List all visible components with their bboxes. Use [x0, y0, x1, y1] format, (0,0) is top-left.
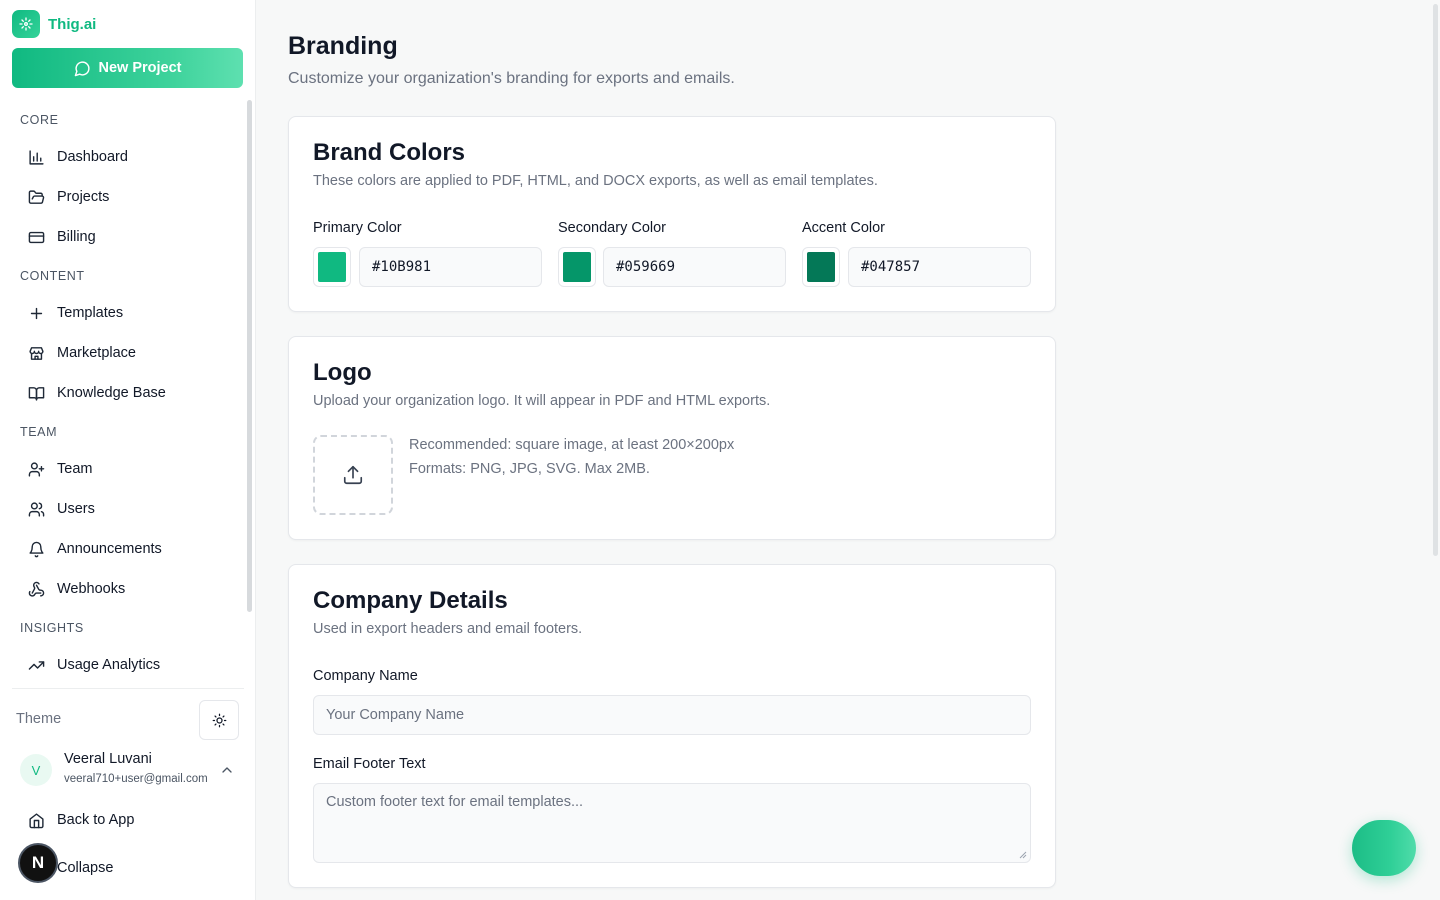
store-icon	[27, 344, 45, 362]
company-name-input[interactable]: Your Company Name	[313, 695, 1031, 735]
sidebar-item-label: Dashboard	[57, 149, 128, 165]
users-icon	[27, 500, 45, 518]
secondary-color-input[interactable]: #059669	[603, 247, 786, 287]
sidebar-item-users[interactable]: Users	[16, 491, 236, 527]
bell-icon	[27, 540, 45, 558]
logo-format-hint: Formats: PNG, JPG, SVG. Max 2MB.	[409, 461, 650, 477]
primary-color-label: Primary Color	[313, 220, 402, 236]
email-footer-textarea[interactable]: Custom footer text for email templates..…	[313, 783, 1031, 863]
sidebar-item-templates[interactable]: Templates	[16, 295, 236, 331]
company-name-label: Company Name	[313, 668, 418, 684]
sidebar-item-label: Team	[57, 461, 93, 477]
sidebar-item-projects[interactable]: Projects	[16, 179, 236, 215]
bar-chart-icon	[27, 148, 45, 166]
sidebar-item-team[interactable]: Team	[16, 451, 236, 487]
book-open-icon	[27, 384, 45, 402]
secondary-color-label: Secondary Color	[558, 220, 666, 236]
company-details-description: Used in export headers and email footers…	[313, 621, 583, 637]
sidebar-item-dashboard[interactable]: Dashboard	[16, 139, 236, 175]
sidebar-item-usage-analytics[interactable]: Usage Analytics	[16, 647, 236, 683]
sidebar-item-label: Billing	[57, 229, 96, 245]
chat-launcher-button[interactable]	[1352, 820, 1416, 876]
sidebar-item-label: Announcements	[57, 541, 162, 557]
section-insights: INSIGHTS	[20, 621, 84, 635]
sidebar-scrollbar[interactable]	[247, 100, 252, 612]
primary-color-input[interactable]: #10B981	[359, 247, 542, 287]
folder-open-icon	[27, 188, 45, 206]
logo-description: Upload your organization logo. It will a…	[313, 393, 771, 409]
brand-colors-description: These colors are applied to PDF, HTML, a…	[313, 173, 878, 189]
company-details-card: Company Details Used in export headers a…	[288, 564, 1056, 888]
brand[interactable]: Thig.ai	[12, 10, 96, 38]
page-title: Branding	[288, 32, 398, 60]
primary-color-swatch	[318, 252, 346, 282]
theme-label: Theme	[16, 711, 62, 727]
sidebar-item-label: Users	[57, 501, 95, 517]
theme-toggle-button[interactable]	[199, 700, 239, 740]
sidebar-item-marketplace[interactable]: Marketplace	[16, 335, 236, 371]
sidebar-nav: CORE Dashboard Projects Billing CONTENT …	[0, 100, 256, 688]
page-subtitle: Customize your organization's branding f…	[288, 70, 735, 87]
user-email: veeral710+user@gmail.com	[64, 773, 208, 785]
back-to-app-link[interactable]: Back to App	[16, 802, 236, 838]
credit-card-icon	[27, 228, 45, 246]
avatar[interactable]: V	[20, 754, 52, 786]
sidebar: Thig.ai New Project CORE Dashboard Proje…	[0, 0, 256, 900]
trending-up-icon	[27, 656, 45, 674]
logo-size-hint: Recommended: square image, at least 200×…	[409, 437, 735, 453]
sidebar-item-announcements[interactable]: Announcements	[16, 531, 236, 567]
logo-title: Logo	[313, 359, 372, 386]
main-content: Branding Customize your organization's b…	[256, 0, 1440, 900]
webhook-icon	[27, 580, 45, 598]
divider	[12, 688, 244, 689]
company-details-title: Company Details	[313, 587, 508, 614]
logo-card: Logo Upload your organization logo. It w…	[288, 336, 1056, 540]
secondary-color-picker[interactable]	[558, 247, 596, 287]
secondary-color-swatch	[563, 252, 591, 282]
sidebar-item-label: Marketplace	[57, 345, 136, 361]
sidebar-item-label: Webhooks	[57, 581, 126, 597]
sidebar-item-billing[interactable]: Billing	[16, 219, 236, 255]
section-core: CORE	[20, 113, 59, 127]
user-name: Veeral Luvani	[64, 751, 152, 767]
sidebar-item-webhooks[interactable]: Webhooks	[16, 571, 236, 607]
message-circle-icon	[74, 60, 91, 77]
page-scrollbar[interactable]	[1433, 4, 1438, 556]
user-plus-icon	[27, 460, 45, 478]
sparkle-logo-icon	[12, 10, 40, 38]
sidebar-item-label: Knowledge Base	[57, 385, 166, 401]
sun-icon	[212, 713, 227, 728]
section-content: CONTENT	[20, 269, 85, 283]
primary-color-picker[interactable]	[313, 247, 351, 287]
new-project-label: New Project	[98, 60, 182, 76]
back-to-app-label: Back to App	[57, 812, 135, 828]
upload-icon	[342, 464, 364, 486]
accent-color-label: Accent Color	[802, 220, 886, 236]
logo-upload-dropzone[interactable]	[313, 435, 393, 515]
chevron-up-icon[interactable]	[219, 762, 235, 778]
section-team: TEAM	[20, 425, 58, 439]
brand-colors-card: Brand Colors These colors are applied to…	[288, 116, 1056, 312]
email-footer-placeholder: Custom footer text for email templates..…	[326, 794, 584, 810]
collapse-label: Collapse	[57, 860, 114, 876]
accent-color-picker[interactable]	[802, 247, 840, 287]
new-project-button[interactable]: New Project	[12, 48, 243, 88]
brand-name: Thig.ai	[48, 15, 97, 33]
sidebar-item-label: Projects	[57, 189, 110, 205]
dev-tools-badge[interactable]: N	[18, 843, 58, 883]
resize-grip-icon[interactable]	[1019, 851, 1027, 859]
sidebar-item-knowledge-base[interactable]: Knowledge Base	[16, 375, 236, 411]
sidebar-item-label: Usage Analytics	[57, 657, 161, 673]
brand-colors-title: Brand Colors	[313, 139, 466, 166]
accent-color-swatch	[807, 252, 835, 282]
home-icon	[27, 811, 45, 829]
email-footer-label: Email Footer Text	[313, 756, 426, 772]
sidebar-item-label: Templates	[57, 305, 124, 321]
accent-color-input[interactable]: #047857	[848, 247, 1031, 287]
plus-icon	[27, 304, 45, 322]
